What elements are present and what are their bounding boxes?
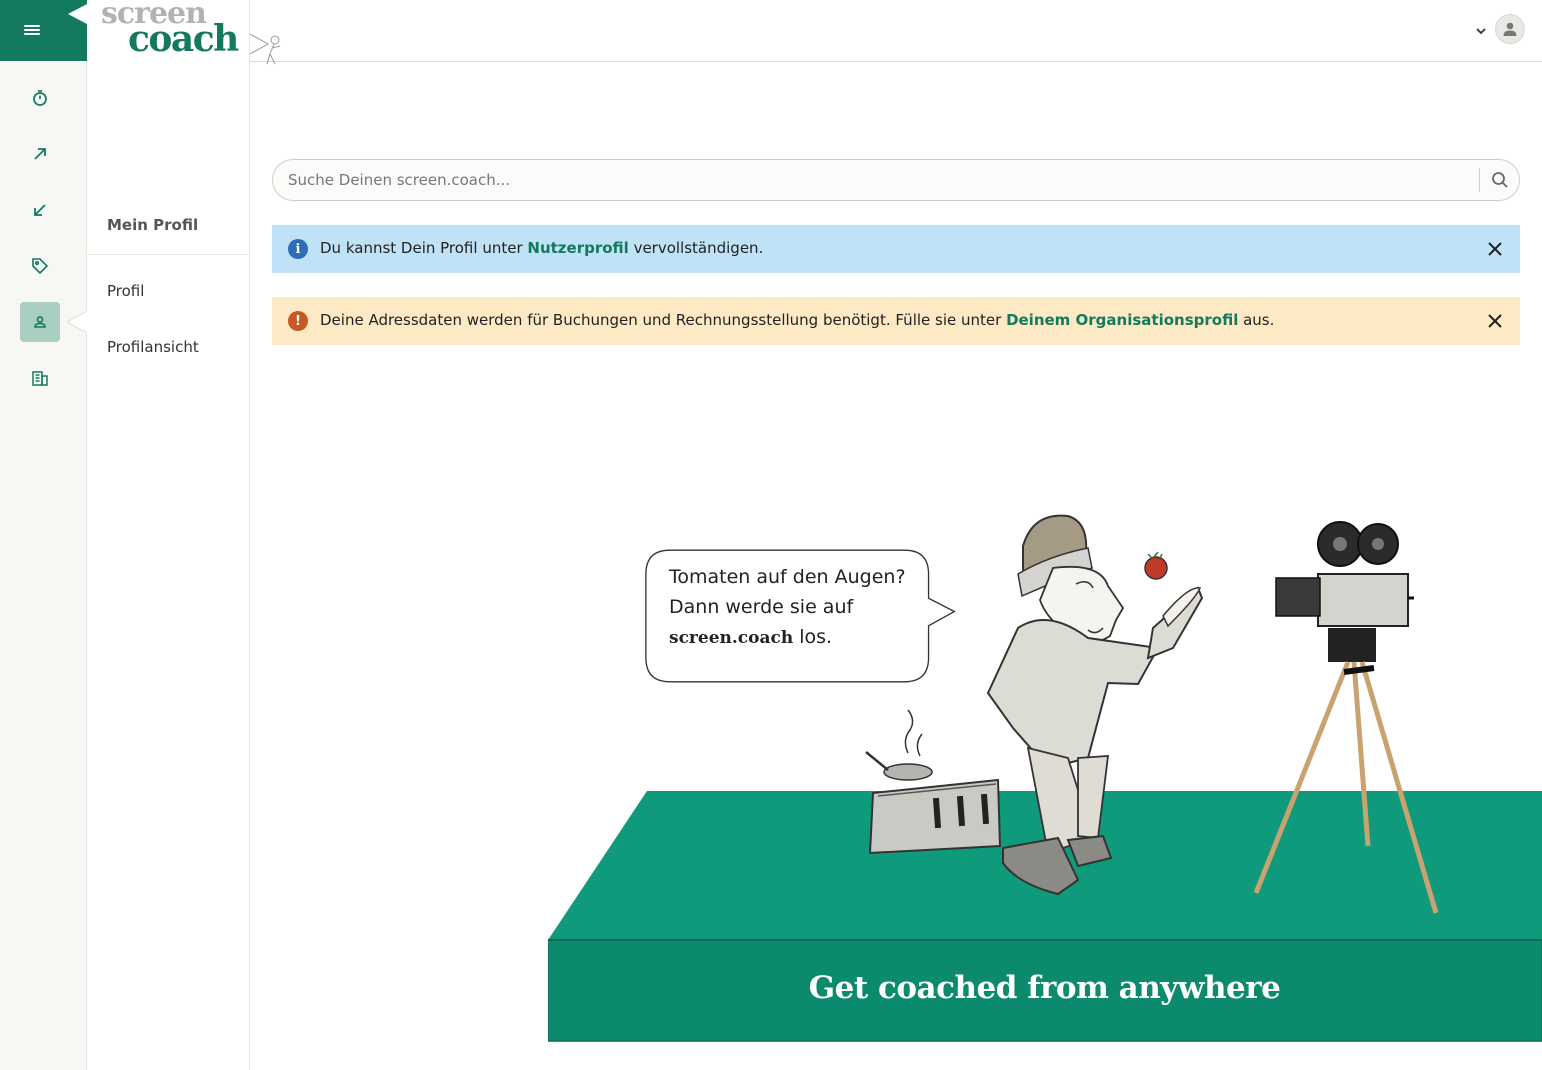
menu-toggle-area <box>0 0 87 61</box>
info-alert-text: Du kannst Dein Profil unter Nutzerprofil… <box>320 239 763 257</box>
speech-bubble-text: Tomaten auf den Augen? Dann werde sie au… <box>669 562 906 653</box>
rail-item-tags[interactable] <box>20 246 60 286</box>
avatar[interactable] <box>1495 14 1525 44</box>
bubble-line-3: screen.coach los. <box>669 622 906 653</box>
tag-icon <box>32 258 49 275</box>
icon-rail <box>0 0 87 1070</box>
rail-item-profile[interactable] <box>20 302 60 342</box>
profile-subnav: screen coach Mein Profil Profil Profilan… <box>87 0 250 1070</box>
stage-banner-text: Get coached from anywhere <box>808 970 1281 1006</box>
logo-text-bottom: coach <box>128 18 239 60</box>
subnav-divider <box>87 254 249 255</box>
bubble-brand: screen.coach <box>669 628 794 648</box>
warning-icon: ! <box>288 311 308 331</box>
top-header <box>250 0 1542 65</box>
search-divider <box>1479 168 1480 192</box>
warning-alert-after: aus. <box>1238 311 1275 329</box>
warning-alert-before: Deine Adressdaten werden für Buchungen u… <box>320 311 1007 329</box>
toaster-illustration <box>865 709 1002 855</box>
search-input[interactable] <box>288 160 1478 200</box>
arrow-up-right-icon <box>34 148 46 160</box>
nutzerprofil-link[interactable]: Nutzerprofil <box>527 239 628 257</box>
search-bar <box>272 159 1520 201</box>
stopwatch-icon <box>33 90 47 106</box>
rail-notch <box>68 4 87 24</box>
organisationsprofil-link[interactable]: Deinem Organisationsprofil <box>1006 311 1238 329</box>
subnav-item-profilansicht[interactable]: Profilansicht <box>107 338 199 356</box>
active-pointer <box>67 311 87 333</box>
rail-item-timer[interactable] <box>20 78 60 118</box>
warning-alert-text: Deine Adressdaten werden für Buchungen u… <box>320 311 1274 329</box>
screencoach-logo[interactable]: screen coach <box>101 0 241 60</box>
bubble-line-1: Tomaten auf den Augen? <box>669 566 906 588</box>
bubble-after: los. <box>793 626 833 648</box>
chevron-down-icon[interactable] <box>1474 24 1488 38</box>
arrow-down-left-icon <box>34 204 46 216</box>
subnav-item-profil[interactable]: Profil <box>107 282 144 300</box>
address-warning-alert: ! Deine Adressdaten werden für Buchungen… <box>272 297 1520 345</box>
rail-item-incoming[interactable] <box>20 190 60 230</box>
rail-item-outgoing[interactable] <box>20 134 60 174</box>
info-alert-before: Du kannst Dein Profil unter <box>320 239 528 257</box>
info-alert-after: vervollständigen. <box>628 239 764 257</box>
mascot-doodle-icon <box>250 33 281 65</box>
building-icon <box>32 371 48 386</box>
info-icon: i <box>288 239 308 259</box>
bubble-line-2: Dann werde sie auf <box>669 596 854 618</box>
user-avatar-icon <box>1503 22 1517 36</box>
close-icon[interactable] <box>1486 240 1504 258</box>
rail-item-organisation[interactable] <box>20 358 60 398</box>
close-icon[interactable] <box>1486 312 1504 330</box>
menu-icon[interactable] <box>24 23 40 37</box>
user-icon <box>34 316 46 328</box>
subnav-section-title: Mein Profil <box>107 216 199 234</box>
search-button[interactable] <box>1485 166 1515 194</box>
search-icon <box>1492 172 1508 188</box>
profile-info-alert: i Du kannst Dein Profil unter Nutzerprof… <box>272 225 1520 273</box>
